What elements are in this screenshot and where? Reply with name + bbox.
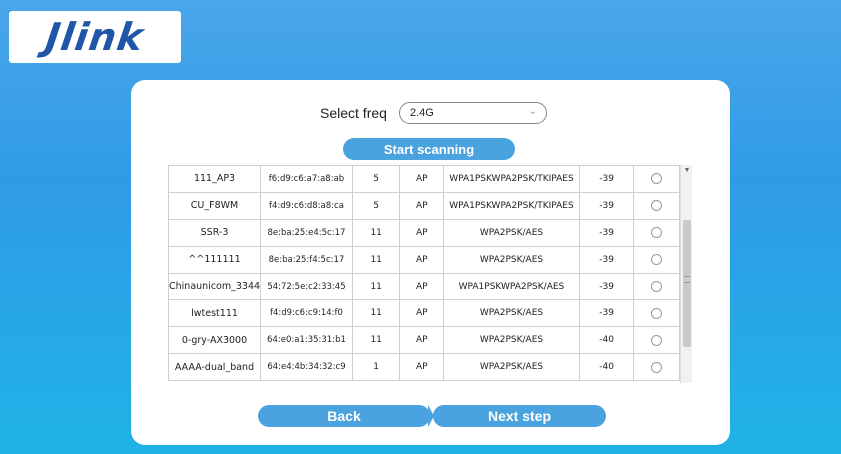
- table-row[interactable]: 111_AP3 f6:d9:c6:a7:a8:ab 5 AP WPA1PSKWPA2PS…: [168, 165, 680, 193]
- table-row[interactable]: lwtest111 f4:d9:c6:c9:14:f0 11 AP WPA2PSK/AE…: [168, 299, 680, 328]
- network-mode: AP: [399, 299, 445, 328]
- network-channel: 5: [351, 191, 401, 220]
- network-mac: 8e:ba:25:f4:5c:17: [260, 245, 353, 274]
- network-ssid: ^^111111: [168, 245, 262, 274]
- network-security: WPA2PSK/AES: [443, 353, 580, 382]
- network-mode: AP: [399, 191, 445, 220]
- network-mac: 64:e0:a1:35:31:b1: [260, 326, 353, 355]
- network-mac: 54:72:5e:c2:33:45: [260, 272, 353, 301]
- network-channel: 11: [351, 218, 401, 247]
- network-rssi: -39: [578, 272, 635, 301]
- network-radio[interactable]: [651, 173, 663, 185]
- network-security: WPA2PSK/AES: [443, 299, 580, 328]
- network-radio[interactable]: [651, 281, 663, 292]
- jlink-logo: Jlink: [9, 11, 181, 63]
- network-radio[interactable]: [651, 361, 663, 373]
- network-select-cell: [633, 299, 680, 328]
- network-radio[interactable]: [651, 334, 663, 346]
- network-security: WPA1PSKWPA2PSK/TKIPAES: [443, 191, 580, 220]
- network-ssid: 111_AP3: [168, 165, 262, 193]
- freq-label: Select freq: [320, 105, 387, 121]
- network-mac: 64:e4:4b:34:32:c9: [260, 353, 353, 382]
- network-mode: AP: [399, 165, 445, 193]
- network-rssi: -40: [578, 353, 635, 382]
- network-security: WPA1PSKWPA2PSK/TKIPAES: [443, 165, 580, 193]
- network-mac: f4:d9:c6:d8:a8:ca: [260, 191, 353, 220]
- network-select-cell: [633, 245, 680, 274]
- network-channel: 5: [351, 165, 401, 193]
- network-mac: f6:d9:c6:a7:a8:ab: [260, 165, 353, 193]
- network-table: 111_AP3 f6:d9:c6:a7:a8:ab 5 AP WPA1PSKWPA2PS…: [168, 165, 680, 382]
- network-rssi: -39: [578, 191, 635, 220]
- network-rssi: -39: [578, 218, 635, 247]
- network-ssid: AAAA-dual_band: [168, 353, 262, 382]
- network-security: WPA2PSK/AES: [443, 245, 580, 274]
- network-channel: 11: [351, 299, 401, 328]
- chevron-down-icon: ⌄: [528, 106, 537, 117]
- network-select-cell: [633, 218, 680, 247]
- network-select-cell: [633, 353, 680, 382]
- network-mode: AP: [399, 218, 445, 247]
- grip-icon: [684, 276, 690, 283]
- logo-text: Jlink: [43, 15, 147, 59]
- back-button[interactable]: Back: [258, 405, 434, 427]
- network-mode: AP: [399, 272, 445, 301]
- table-row[interactable]: ^^111111 8e:ba:25:f4:5c:17 11 AP WPA2PSK/AES…: [168, 245, 680, 274]
- network-ssid: 0-gry-AX3000: [168, 326, 262, 355]
- network-select-cell: [633, 165, 680, 193]
- network-mac: 8e:ba:25:e4:5c:17: [260, 218, 353, 247]
- network-channel: 11: [351, 326, 401, 355]
- table-scrollbar[interactable]: ▼: [680, 165, 692, 383]
- network-ssid: CU_F8WM: [168, 191, 262, 220]
- network-mac: f4:d9:c6:c9:14:f0: [260, 299, 353, 328]
- table-row[interactable]: CU_F8WM f4:d9:c6:d8:a8:ca 5 AP WPA1PSKWPA2PS…: [168, 191, 680, 220]
- start-scanning-button[interactable]: Start scanning: [343, 138, 515, 160]
- network-security: WPA2PSK/AES: [443, 218, 580, 247]
- network-list: 111_AP3 f6:d9:c6:a7:a8:ab 5 AP WPA1PSKWPA2PS…: [168, 165, 692, 383]
- table-row[interactable]: SSR-3 8e:ba:25:e4:5c:17 11 AP WPA2PSK/AES -39: [168, 218, 680, 247]
- network-select-cell: [633, 326, 680, 355]
- network-mode: AP: [399, 245, 445, 274]
- network-mode: AP: [399, 353, 445, 382]
- table-row[interactable]: 0-gry-AX3000 64:e0:a1:35:31:b1 11 AP WPA2PSK…: [168, 326, 680, 355]
- network-rssi: -39: [578, 245, 635, 274]
- scroll-thumb[interactable]: [683, 220, 691, 347]
- network-rssi: -40: [578, 326, 635, 355]
- freq-select-value: 2.4G: [409, 107, 434, 119]
- freq-select[interactable]: 2.4G ⌄: [398, 102, 547, 124]
- network-channel: 11: [351, 272, 401, 301]
- network-radio[interactable]: [651, 200, 663, 212]
- network-select-cell: [633, 191, 680, 220]
- freq-selector-row: Select freq 2.4G ⌄: [320, 102, 547, 124]
- network-channel: 1: [351, 353, 401, 382]
- table-row[interactable]: Chinaunicom_3344 54:72:5e:c2:33:45 11 AP WPA…: [168, 272, 680, 301]
- scroll-up-arrow-icon[interactable]: ▼: [683, 167, 691, 175]
- network-radio[interactable]: [651, 307, 663, 319]
- network-ssid: Chinaunicom_3344: [168, 272, 262, 301]
- network-rssi: -39: [578, 165, 635, 193]
- network-security: WPA2PSK/AES: [443, 326, 580, 355]
- network-channel: 11: [351, 245, 401, 274]
- table-row[interactable]: AAAA-dual_band 64:e4:4b:34:32:c9 1 AP WPA2PS…: [168, 353, 680, 382]
- network-ssid: SSR-3: [168, 218, 262, 247]
- network-radio[interactable]: [651, 227, 663, 239]
- network-ssid: lwtest111: [168, 299, 262, 328]
- network-rssi: -39: [578, 299, 635, 328]
- network-security: WPA1PSKWPA2PSK/AES: [443, 272, 580, 301]
- next-step-button[interactable]: Next step: [433, 405, 606, 427]
- network-mode: AP: [399, 326, 445, 355]
- network-select-cell: [633, 272, 680, 301]
- network-radio[interactable]: [651, 254, 663, 266]
